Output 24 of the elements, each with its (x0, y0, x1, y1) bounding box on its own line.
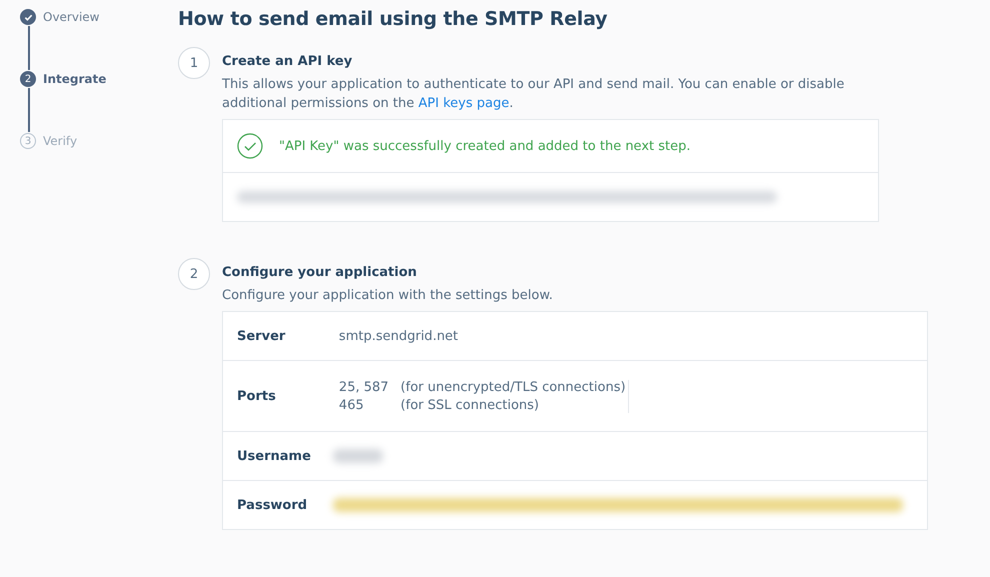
setting-value: smtp.sendgrid.net (338, 328, 458, 344)
step-marker: 3 (20, 133, 36, 149)
section-heading: Create an API key (222, 54, 354, 69)
section-heading: Configure your application (222, 265, 418, 280)
step-label[interactable]: Overview (43, 10, 100, 24)
port-number: 465 (338, 398, 365, 412)
step-number: 2 (178, 258, 210, 290)
section-description: Configure your application with the settings below. (222, 287, 554, 305)
port-note: (for unencrypted/TLS connections) (400, 380, 626, 394)
page-title: How to send email using the SMTP Relay (178, 8, 608, 30)
success-check-icon (237, 133, 263, 159)
setting-label: Username (222, 432, 325, 480)
step-marker: 2 (20, 71, 36, 87)
setting-label: Password (222, 480, 325, 530)
step-number: 1 (178, 47, 210, 79)
success-message: "API Key" was successfully created and added to the next step. (279, 138, 691, 154)
port-number: 25, 587 (338, 380, 389, 394)
setting-label: Ports (222, 360, 325, 432)
section-description: This allows your application to authenticate to our API and send mail. You can enable or disable additional permissions on the API keys page. (222, 76, 846, 113)
step-label[interactable]: Integrate (43, 72, 106, 86)
port-note: (for SSL connections) (400, 398, 540, 412)
api-keys-link[interactable]: API keys page (418, 96, 510, 111)
setting-label: Server (222, 312, 325, 360)
step-label[interactable]: Verify (43, 134, 78, 148)
